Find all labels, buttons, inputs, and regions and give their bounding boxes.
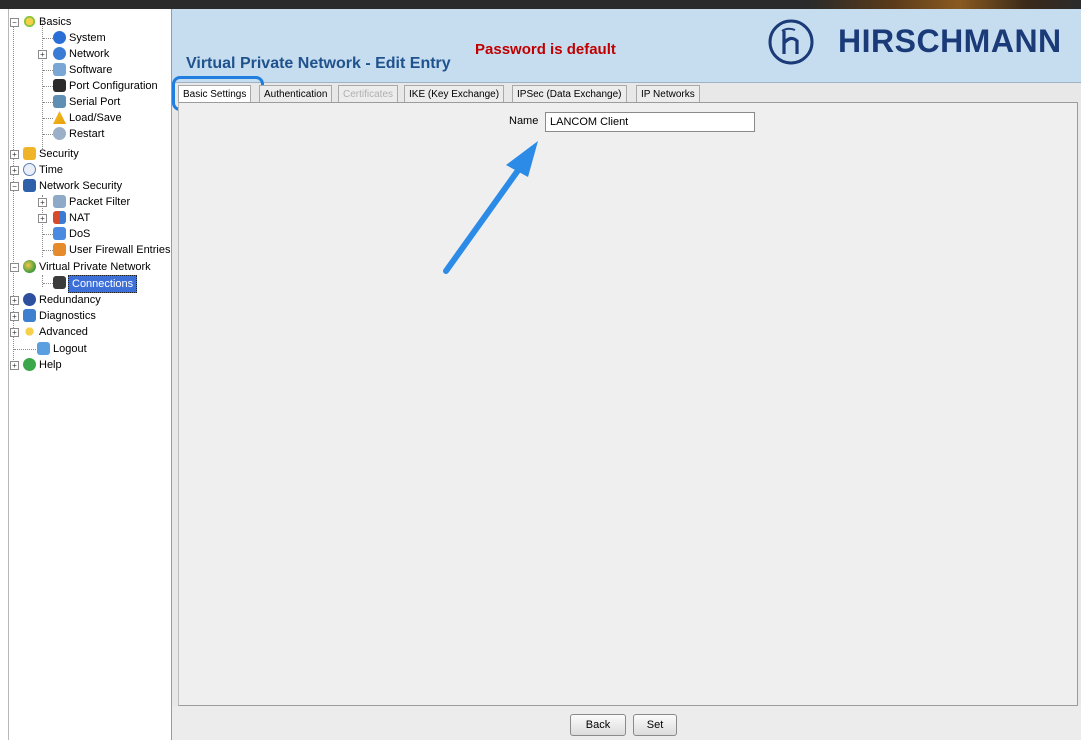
nat-icon bbox=[53, 211, 66, 224]
expand-toggle[interactable]: + bbox=[38, 198, 47, 207]
expand-toggle[interactable]: + bbox=[38, 50, 47, 59]
expand-toggle[interactable]: + bbox=[10, 166, 19, 175]
page-header: Virtual Private Network - Edit Entry Pas… bbox=[172, 9, 1081, 83]
expand-toggle[interactable]: + bbox=[38, 214, 47, 223]
connections-icon bbox=[53, 276, 66, 289]
tree-item-label: Advanced bbox=[39, 326, 88, 338]
software-icon bbox=[53, 63, 66, 76]
tree-item-label: DoS bbox=[69, 228, 91, 240]
tree-item-label: Software bbox=[69, 64, 113, 76]
tree-item-label: Load/Save bbox=[69, 112, 122, 124]
window-top-bar bbox=[0, 0, 1081, 9]
info-icon bbox=[53, 31, 66, 44]
back-button[interactable]: Back bbox=[570, 714, 626, 736]
set-button[interactable]: Set bbox=[633, 714, 677, 736]
footer-bar: Back Set bbox=[172, 706, 1081, 740]
clock-icon bbox=[23, 163, 36, 176]
tree-item-label: Virtual Private Network bbox=[39, 261, 151, 273]
basic-settings-panel: Name bbox=[178, 102, 1078, 706]
password-warning: Password is default bbox=[475, 41, 616, 58]
collapse-toggle[interactable]: − bbox=[10, 18, 19, 27]
tab-ip-networks[interactable]: IP Networks bbox=[636, 85, 700, 102]
star-icon bbox=[23, 325, 36, 338]
tree-item-label: Restart bbox=[69, 128, 105, 140]
collapse-toggle[interactable]: − bbox=[10, 182, 19, 191]
lock-icon bbox=[23, 147, 36, 160]
serial-port-icon bbox=[53, 95, 66, 108]
tree-item-label: Network Security bbox=[39, 180, 123, 192]
tree-item-label: Connections bbox=[68, 275, 138, 293]
page-title: Virtual Private Network - Edit Entry bbox=[186, 55, 451, 72]
port-icon bbox=[53, 79, 66, 92]
tab-ipsec-data-exchange[interactable]: IPSec (Data Exchange) bbox=[512, 85, 627, 102]
tree-item-label: System bbox=[69, 32, 106, 44]
tab-basic-settings[interactable]: Basic Settings bbox=[178, 85, 252, 103]
redundancy-icon bbox=[23, 293, 36, 306]
tree-item-label: Network bbox=[69, 48, 110, 60]
top-ornament bbox=[810, 0, 1081, 9]
star-icon bbox=[23, 15, 36, 28]
tree-item-label: Redundancy bbox=[39, 294, 101, 306]
tab-authentication[interactable]: Authentication bbox=[259, 85, 333, 102]
tree-item-label: Help bbox=[39, 359, 62, 371]
globe-icon bbox=[23, 260, 36, 273]
dos-icon bbox=[53, 227, 66, 240]
expand-toggle[interactable]: + bbox=[10, 296, 19, 305]
tab-ike-key-exchange[interactable]: IKE (Key Exchange) bbox=[404, 85, 505, 102]
name-input[interactable] bbox=[545, 112, 755, 132]
expand-toggle[interactable]: + bbox=[10, 361, 19, 370]
brand-name: HIRSCHMANN bbox=[838, 23, 1062, 59]
filter-icon bbox=[53, 195, 66, 208]
tree-item-label: Serial Port bbox=[69, 96, 121, 108]
hirschmann-logo-icon bbox=[768, 19, 814, 65]
tree-item-label: NAT bbox=[69, 212, 91, 224]
tree-item-label: Security bbox=[39, 148, 79, 160]
logout-icon bbox=[37, 342, 50, 355]
expand-toggle[interactable]: + bbox=[10, 312, 19, 321]
user-firewall-icon bbox=[53, 243, 66, 256]
tree-item-label: Time bbox=[39, 164, 64, 176]
help-icon bbox=[23, 358, 36, 371]
tree-item-label: User Firewall Entries bbox=[69, 244, 171, 256]
tree-item-label: Basics bbox=[39, 16, 72, 28]
tree-item-label: Diagnostics bbox=[39, 310, 96, 322]
restart-icon bbox=[53, 127, 66, 140]
tree-item-label: Port Configuration bbox=[69, 80, 158, 92]
diagnostics-icon bbox=[23, 309, 36, 322]
tab-certificates: Certificates bbox=[338, 85, 399, 102]
network-security-icon bbox=[23, 179, 36, 192]
navigation-tree[interactable]: − Basics System + Network Software Port … bbox=[8, 9, 172, 740]
expand-toggle[interactable]: + bbox=[10, 150, 19, 159]
expand-toggle[interactable]: + bbox=[10, 328, 19, 337]
collapse-toggle[interactable]: − bbox=[10, 263, 19, 272]
tree-connector bbox=[42, 275, 43, 287]
tree-item-label: Logout bbox=[53, 343, 87, 355]
network-user-icon bbox=[53, 47, 66, 60]
main-content: Virtual Private Network - Edit Entry Pas… bbox=[172, 9, 1081, 740]
warning-icon bbox=[53, 111, 66, 124]
tree-item-label: Packet Filter bbox=[69, 196, 131, 208]
name-label: Name bbox=[509, 115, 539, 127]
